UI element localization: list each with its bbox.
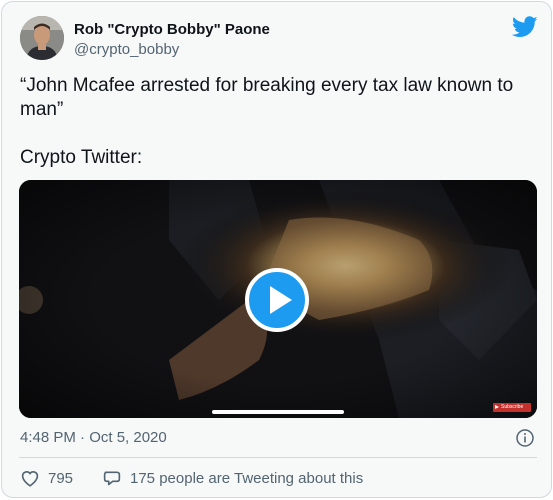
info-icon[interactable]: [515, 428, 535, 448]
author-name[interactable]: Rob "Crypto Bobby" Paone: [74, 21, 270, 38]
like-button[interactable]: 795: [20, 467, 73, 489]
subscribe-badge[interactable]: Subscribe: [493, 403, 531, 412]
twitter-bird-icon[interactable]: [511, 16, 538, 38]
tweet-card: Rob "Crypto Bobby" Paone @crypto_bobby “…: [1, 1, 552, 498]
conversation-text: 175 people are Tweeting about this: [130, 469, 364, 487]
like-count: 795: [48, 469, 74, 487]
reply-bubble-icon: [103, 471, 121, 486]
youtube-play-icon: [495, 405, 499, 409]
play-icon[interactable]: [270, 286, 292, 314]
video-progress-bar[interactable]: [212, 410, 344, 414]
heart-icon: [21, 471, 39, 487]
tweet-line: Crypto Twitter:: [20, 147, 143, 168]
tweet-timestamp[interactable]: 4:48 PM · Oct 5, 2020: [20, 429, 167, 446]
avatar[interactable]: [20, 16, 64, 60]
divider: [19, 457, 537, 458]
subscribe-badge-label: Subscribe: [501, 404, 524, 410]
tweet-line: man”: [20, 99, 64, 120]
conversation-button[interactable]: 175 people are Tweeting about this: [102, 467, 363, 489]
tweet-line: “John Mcafee arrested for breaking every…: [20, 75, 514, 96]
author-handle[interactable]: @crypto_bobby: [74, 41, 179, 58]
tweet-text: “John Mcafee arrested for breaking every…: [20, 74, 535, 170]
